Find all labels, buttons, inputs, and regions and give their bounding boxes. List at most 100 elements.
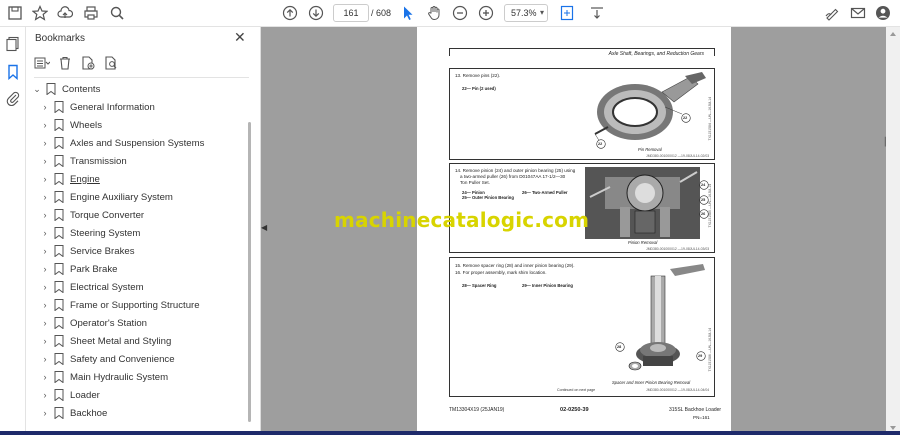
- scroll-arrows[interactable]: [890, 32, 896, 430]
- bookmark-item[interactable]: › Loader: [40, 386, 100, 404]
- bookmark-item[interactable]: › Steering System: [40, 224, 140, 242]
- bookmark-icon: [54, 101, 64, 113]
- chevron-right-icon[interactable]: ›: [40, 300, 50, 310]
- options-menu-icon[interactable]: [34, 55, 50, 71]
- bookmark-icon: [54, 317, 64, 329]
- bookmark-label: Wheels: [70, 119, 102, 131]
- chevron-right-icon[interactable]: ›: [40, 210, 50, 220]
- bookmark-item[interactable]: › Axles and Suspension Systems: [40, 134, 204, 152]
- bookmark-root-contents[interactable]: ⌄ Contents: [32, 80, 100, 98]
- new-bookmark-icon[interactable]: [80, 55, 96, 71]
- chevron-down-icon[interactable]: ⌄: [32, 84, 42, 95]
- bookmark-icon: [54, 245, 64, 257]
- bookmark-item[interactable]: › Service Brakes: [40, 242, 135, 260]
- bookmark-item[interactable]: › Sheet Metal and Styling: [40, 332, 171, 350]
- bookmark-label: Service Brakes: [70, 245, 135, 257]
- chevron-right-icon[interactable]: ›: [40, 408, 50, 418]
- cloud-upload-icon[interactable]: [56, 4, 74, 22]
- bookmark-item[interactable]: › Torque Converter: [40, 206, 144, 224]
- bookmark-item[interactable]: › Electrical System: [40, 278, 144, 296]
- chevron-right-icon[interactable]: ›: [40, 282, 50, 292]
- page-up-icon[interactable]: [281, 4, 299, 22]
- search-icon[interactable]: [108, 4, 126, 22]
- bookmark-item[interactable]: › Main Hydraulic System: [40, 368, 168, 386]
- email-icon[interactable]: [849, 4, 867, 22]
- bookmark-label: Park Brake: [70, 263, 118, 275]
- bookmark-item[interactable]: › General Information: [40, 98, 155, 116]
- find-bookmark-icon[interactable]: [103, 55, 119, 71]
- step-text: 15. Remove spacer ring (28) and inner pi…: [455, 263, 575, 268]
- figure-caption: Pin Removal: [638, 147, 662, 152]
- chevron-right-icon[interactable]: ›: [40, 336, 50, 346]
- chevron-right-icon[interactable]: ›: [40, 318, 50, 328]
- chevron-right-icon[interactable]: ›: [40, 192, 50, 202]
- page-number-input[interactable]: 161: [333, 4, 369, 22]
- callout-label: 25: [701, 198, 706, 202]
- pinion-removal-illustration: [585, 167, 700, 239]
- callout-label: 22: [598, 142, 603, 146]
- attachment-icon[interactable]: [5, 90, 21, 106]
- chevron-right-icon[interactable]: ›: [40, 246, 50, 256]
- zoom-in-icon[interactable]: [477, 4, 495, 22]
- step-text: 13. Remove pins (22).: [455, 73, 501, 78]
- bookmark-icon: [54, 353, 64, 365]
- figure-code: JMD380-001000012 —19-08JUL14-02/03: [646, 154, 710, 158]
- chevron-right-icon[interactable]: ›: [40, 264, 50, 274]
- bookmark-item[interactable]: › Engine: [40, 170, 100, 188]
- chevron-right-icon[interactable]: ›: [40, 138, 50, 148]
- hand-tool-icon[interactable]: [425, 4, 443, 22]
- bookmarks-panel: Bookmarks ✕ ⌄ Contents › General Informat…: [26, 27, 261, 435]
- bookmark-icon: [54, 299, 64, 311]
- page-down-icon[interactable]: [307, 4, 325, 22]
- zoom-out-icon[interactable]: [451, 4, 469, 22]
- collapse-panel-icon[interactable]: ◀: [261, 223, 267, 232]
- document-scrollbar[interactable]: [886, 27, 900, 435]
- bookmark-item[interactable]: › Transmission: [40, 152, 127, 170]
- bookmark-icon: [46, 83, 56, 95]
- chevron-right-icon[interactable]: ›: [40, 354, 50, 364]
- bookmark-icon: [54, 263, 64, 275]
- star-icon[interactable]: [31, 4, 49, 22]
- fill-sign-icon[interactable]: [823, 4, 841, 22]
- close-icon[interactable]: ✕: [234, 30, 246, 44]
- chevron-right-icon[interactable]: ›: [40, 174, 50, 184]
- bookmark-panel-icon[interactable]: [5, 64, 21, 80]
- header-text: Axle Shaft, Bearings, and Reduction Gear…: [608, 51, 704, 57]
- chevron-right-icon[interactable]: ›: [40, 120, 50, 130]
- bookmark-item[interactable]: › Engine Auxiliary System: [40, 188, 173, 206]
- bookmark-item[interactable]: › Wheels: [40, 116, 102, 134]
- bookmark-label: Contents: [62, 83, 101, 95]
- bookmark-item[interactable]: › Park Brake: [40, 260, 117, 278]
- save-icon[interactable]: [6, 4, 24, 22]
- chevron-right-icon[interactable]: ›: [40, 228, 50, 238]
- chevron-right-icon[interactable]: ›: [40, 372, 50, 382]
- divider: [34, 77, 249, 78]
- bookmark-item[interactable]: › Safety and Convenience: [40, 350, 175, 368]
- zoom-level-select[interactable]: 57.3% ▾: [504, 4, 548, 22]
- bookmark-icon: [54, 227, 64, 239]
- chevron-right-icon[interactable]: ›: [40, 156, 50, 166]
- print-icon[interactable]: [82, 4, 100, 22]
- legend-text: 28— Spacer Ring: [462, 283, 497, 288]
- zoom-level-value: 57.3%: [511, 8, 537, 18]
- chevron-right-icon[interactable]: ›: [40, 390, 50, 400]
- toolbar: 161 / 608 57.3% ▾: [0, 0, 900, 27]
- bookmark-icon: [54, 371, 64, 383]
- page-thumbnails-icon[interactable]: [5, 36, 21, 52]
- bookmark-item[interactable]: › Operator's Station: [40, 314, 147, 332]
- scroll-mode-icon[interactable]: [588, 4, 606, 22]
- bookmark-label: Engine: [70, 173, 100, 185]
- delete-icon[interactable]: [57, 55, 73, 71]
- bookmark-icon: [54, 119, 64, 131]
- page-fit-icon[interactable]: [558, 4, 576, 22]
- callout-label: 22: [683, 116, 688, 120]
- callout-label: 24: [701, 183, 706, 187]
- bookmark-label: Sheet Metal and Styling: [70, 335, 172, 347]
- select-cursor-icon[interactable]: [399, 4, 417, 22]
- step-text: 16. For proper assembly, mark shim locat…: [455, 270, 547, 275]
- account-icon[interactable]: [874, 4, 892, 22]
- bookmark-item[interactable]: › Frame or Supporting Structure: [40, 296, 200, 314]
- bookmarks-scrollbar[interactable]: [248, 122, 251, 422]
- bookmark-item[interactable]: › Backhoe: [40, 404, 107, 422]
- chevron-right-icon[interactable]: ›: [40, 102, 50, 112]
